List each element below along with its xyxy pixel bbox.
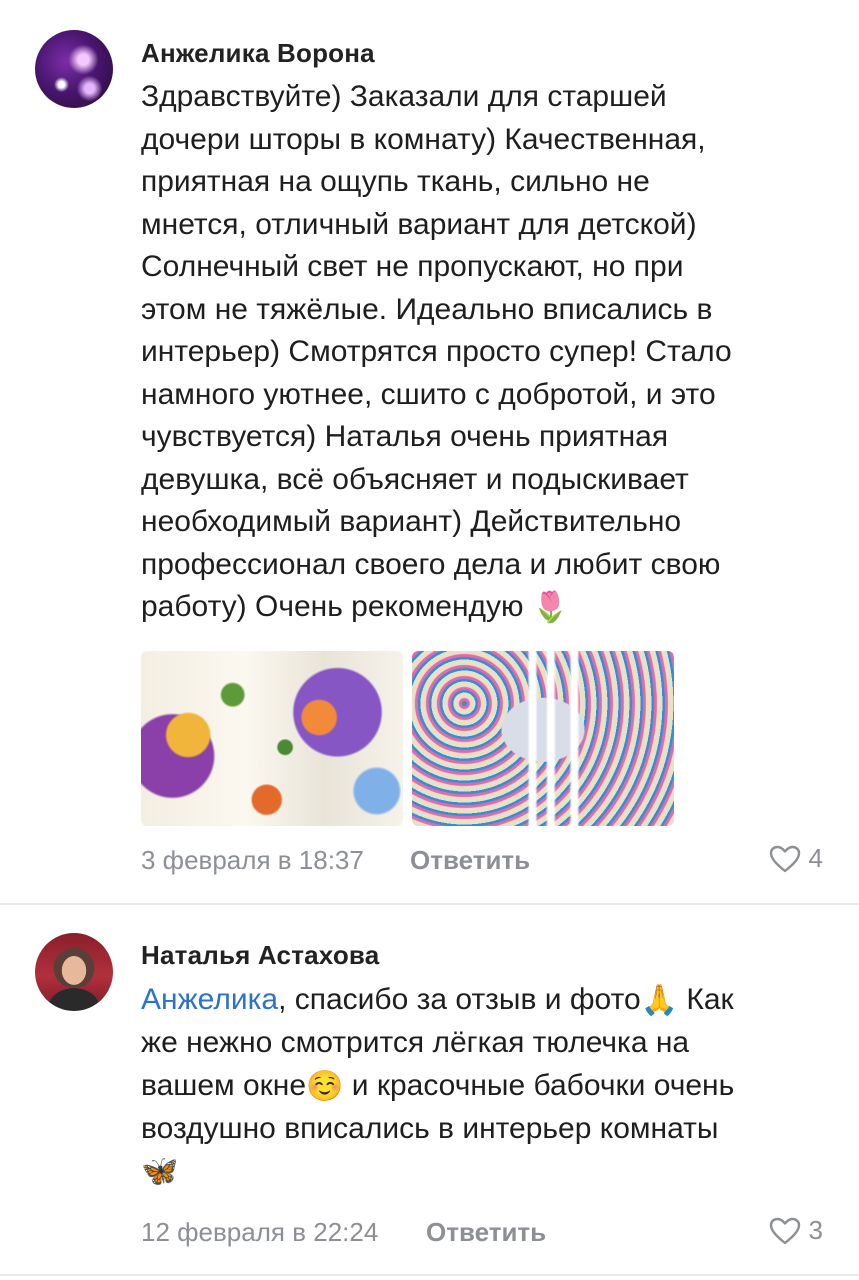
comment-divider	[0, 903, 859, 905]
avatar[interactable]	[35, 933, 113, 1011]
text-line: профессионал своего дела и любит свою	[141, 547, 721, 581]
text-line: мнется, отличный вариант для детской)	[141, 207, 697, 241]
text-line: же нежно смотрится лёгкая тюлечка на	[141, 1026, 690, 1060]
comment-text: Здравствуйте) Заказали для старшей дочер…	[141, 76, 831, 629]
like-count: 4	[808, 843, 823, 873]
avatar[interactable]	[35, 30, 113, 108]
pray-emoji-icon: 🙏	[640, 983, 679, 1017]
text-line-last: работу) Очень рекомендую 🌷	[141, 586, 831, 629]
author-name[interactable]: Анжелика Ворона	[141, 38, 375, 69]
like-count: 3	[808, 1215, 823, 1245]
text-fragment: и красочные бабочки очень	[343, 1068, 735, 1102]
heart-outline-icon	[769, 1217, 800, 1244]
smile-emoji-icon: ☺️	[306, 1069, 344, 1103]
text-line: 🦋	[141, 1151, 831, 1194]
like-button[interactable]: 4	[769, 843, 823, 874]
text-line: намного уютнее, сшито с добротой, и это	[141, 377, 716, 411]
text-line: девушка, всё объясняет и подыскивает	[141, 462, 689, 496]
text-line: необходимый вариант) Действительно	[141, 505, 682, 538]
reply-button[interactable]: Ответить	[426, 1217, 546, 1248]
comment-text: Анжелика, спасибо за отзыв и фото🙏 Как ж…	[141, 979, 831, 1194]
text-line: работу) Очень рекомендую	[141, 590, 524, 623]
text-line: этом не тяжёлые. Идеально вписались в	[141, 292, 713, 326]
comment-divider	[0, 1274, 859, 1276]
text-fragment: Как	[678, 983, 734, 1016]
text-line: Солнечный свет не пропускают, но при	[141, 250, 684, 283]
text-fragment: вашем окне	[141, 1068, 307, 1102]
text-fragment: , спасибо за отзыв и фото	[278, 983, 641, 1016]
reply-button[interactable]: Ответить	[410, 845, 530, 876]
text-line: чувствуется) Наталья очень приятная	[141, 420, 669, 453]
photo-curtain-window[interactable]	[412, 651, 674, 826]
like-button[interactable]: 3	[769, 1215, 823, 1246]
photo-curtain-closeup[interactable]	[141, 651, 403, 826]
comment-date: 12 февраля в 22:24	[141, 1217, 379, 1247]
text-line: воздушно вписались в интерьер комнаты	[141, 1112, 719, 1146]
comment-date: 3 февраля в 18:37	[141, 845, 364, 875]
butterfly-emoji-icon: 🦋	[141, 1155, 179, 1189]
text-line: вашем окне☺️ и красочные бабочки очень	[141, 1065, 831, 1108]
text-line: Анжелика, спасибо за отзыв и фото🙏 Как	[141, 979, 831, 1022]
author-name[interactable]: Наталья Астахова	[141, 940, 379, 971]
tulip-emoji-icon: 🌷	[531, 590, 570, 624]
text-line: интерьер) Смотрятся просто супер! Стало	[141, 335, 732, 368]
text-line: приятная на ощупь ткань, сильно не	[141, 165, 650, 198]
text-line: Здравствуйте) Заказали для старшей	[141, 80, 667, 113]
text-line: дочери шторы в комнату) Качественная,	[141, 122, 706, 156]
mention-link[interactable]: Анжелика	[141, 983, 278, 1016]
heart-outline-icon	[769, 845, 800, 872]
